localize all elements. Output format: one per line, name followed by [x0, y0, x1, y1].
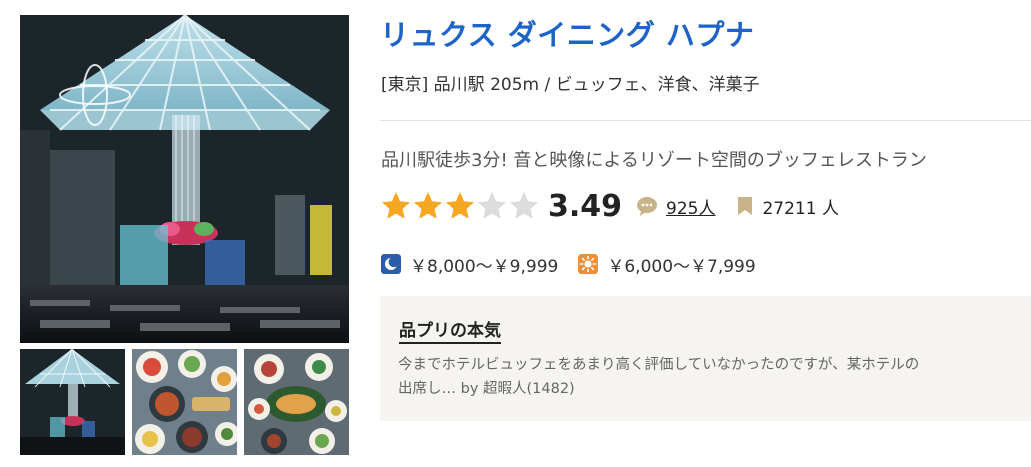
review-excerpt-line-1: 今までホテルビュッフェをあまり高く評価していなかったのですが、某ホテルの [398, 357, 920, 373]
review-title-link[interactable]: 品プリの本気 [399, 316, 501, 344]
thumbnail-platter-illustration [244, 349, 349, 455]
rating-row: 3.49 925人 27211 人 [380, 186, 839, 226]
star-icon [446, 192, 474, 219]
restaurant-name-link[interactable]: リュクス ダイニング ハプナ [380, 12, 754, 54]
star-rating [380, 190, 540, 222]
review-count-link[interactable]: 925人 [666, 194, 715, 219]
dinner-price: ￥8,000～￥9,999 [410, 256, 559, 277]
thumbnail-interior[interactable] [20, 349, 125, 455]
star-icon [478, 192, 506, 219]
restaurant-card: リュクス ダイニング ハプナ [東京] 品川駅 205m / ビュッフェ、洋食、… [0, 0, 1031, 467]
thumbnail-interior-illustration [20, 349, 125, 455]
divider [380, 120, 1031, 121]
main-photo[interactable] [20, 15, 349, 343]
rating-score: 3.49 [548, 188, 623, 224]
catch-copy: 品川駅徒歩3分! 音と映像によるリゾート空間のブッフェレストラン [381, 150, 927, 171]
review-speech-bubble-icon [637, 197, 658, 216]
interior-photo-illustration [20, 15, 349, 343]
star-icon [510, 192, 538, 219]
review-excerpt-box[interactable]: 品プリの本気 今までホテルビュッフェをあまり高く評価していなかったのですが、某ホ… [380, 296, 1031, 421]
review-author: by 超暇人(1482) [460, 381, 575, 397]
star-icon [414, 192, 442, 219]
moon-icon [381, 254, 401, 274]
save-count: 27211 人 [762, 198, 839, 219]
star-icon [382, 192, 410, 219]
review-excerpt-text: 今までホテルビュッフェをあまり高く評価していなかったのですが、某ホテルの 出席し… [398, 353, 1031, 401]
sun-icon [578, 254, 599, 274]
review-excerpt-line-2: 出席し… [398, 381, 456, 397]
bookmark-icon [738, 197, 753, 215]
thumbnail-buffet-dishes[interactable] [132, 349, 237, 455]
thumbnail-buffet-platter[interactable] [244, 349, 349, 455]
price-row: ￥8,000～￥9,999 ￥6,000～￥7,999 [381, 251, 776, 277]
area-genre-text: [東京] 品川駅 205m / ビュッフェ、洋食、洋菓子 [381, 75, 760, 95]
thumbnail-dishes-illustration [132, 349, 237, 455]
lunch-price: ￥6,000～￥7,999 [607, 256, 756, 277]
